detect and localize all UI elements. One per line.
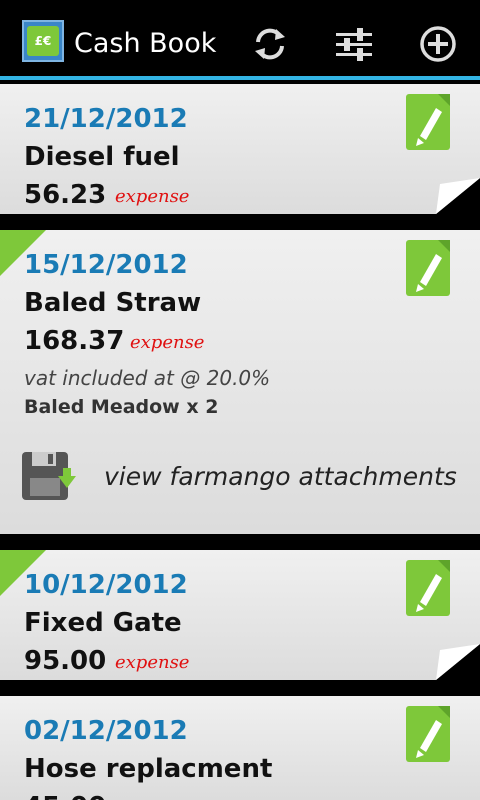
action-bar: £€ Cash Book	[0, 4, 480, 76]
entry-type: expense	[115, 652, 190, 673]
entry-title: Baled Straw	[24, 288, 202, 318]
edit-icon[interactable]	[406, 706, 450, 762]
add-circle-icon[interactable]	[418, 24, 458, 64]
page-fold-icon	[436, 644, 480, 680]
view-attachments-link[interactable]: view farmango attachments	[104, 462, 457, 491]
page-fold-icon	[436, 178, 480, 214]
edit-icon[interactable]	[406, 240, 450, 296]
entry-type: expense	[115, 186, 190, 207]
entry-date: 02/12/2012	[24, 716, 188, 746]
save-attachment-icon[interactable]	[22, 452, 80, 504]
list-item[interactable]: 21/12/2012 Diesel fuel 56.23 expense	[0, 84, 480, 214]
entry-title: Diesel fuel	[24, 142, 180, 172]
app-logo-text: £€	[27, 26, 59, 56]
entry-vat: vat included at @ 20.0%	[24, 366, 271, 390]
list-item[interactable]: 02/12/2012 Hose replacment 45.00	[0, 696, 480, 800]
entry-amount: 95.00	[24, 646, 107, 676]
entry-date: 15/12/2012	[24, 250, 188, 280]
app-title: Cash Book	[74, 28, 217, 59]
sync-icon[interactable]	[250, 24, 290, 64]
entry-description: Baled Meadow x 2	[24, 396, 219, 418]
entry-amount: 45.00	[24, 792, 106, 800]
entry-amount: 168.37	[24, 326, 125, 356]
settings-sliders-icon[interactable]	[334, 24, 374, 64]
entry-date: 10/12/2012	[24, 570, 188, 600]
entry-amount: 56.23	[24, 180, 107, 210]
edit-icon[interactable]	[406, 94, 450, 150]
edit-icon[interactable]	[406, 560, 450, 616]
entry-date: 21/12/2012	[24, 104, 188, 134]
app-logo-icon[interactable]: £€	[22, 20, 64, 62]
action-bar-divider	[0, 76, 480, 80]
entry-title: Fixed Gate	[24, 608, 182, 638]
entry-type: expense	[130, 332, 205, 353]
list-item[interactable]: 15/12/2012 Baled Straw 168.37 expense va…	[0, 230, 480, 534]
list-item[interactable]: 10/12/2012 Fixed Gate 95.00 expense	[0, 550, 480, 680]
entry-title: Hose replacment	[24, 754, 273, 784]
